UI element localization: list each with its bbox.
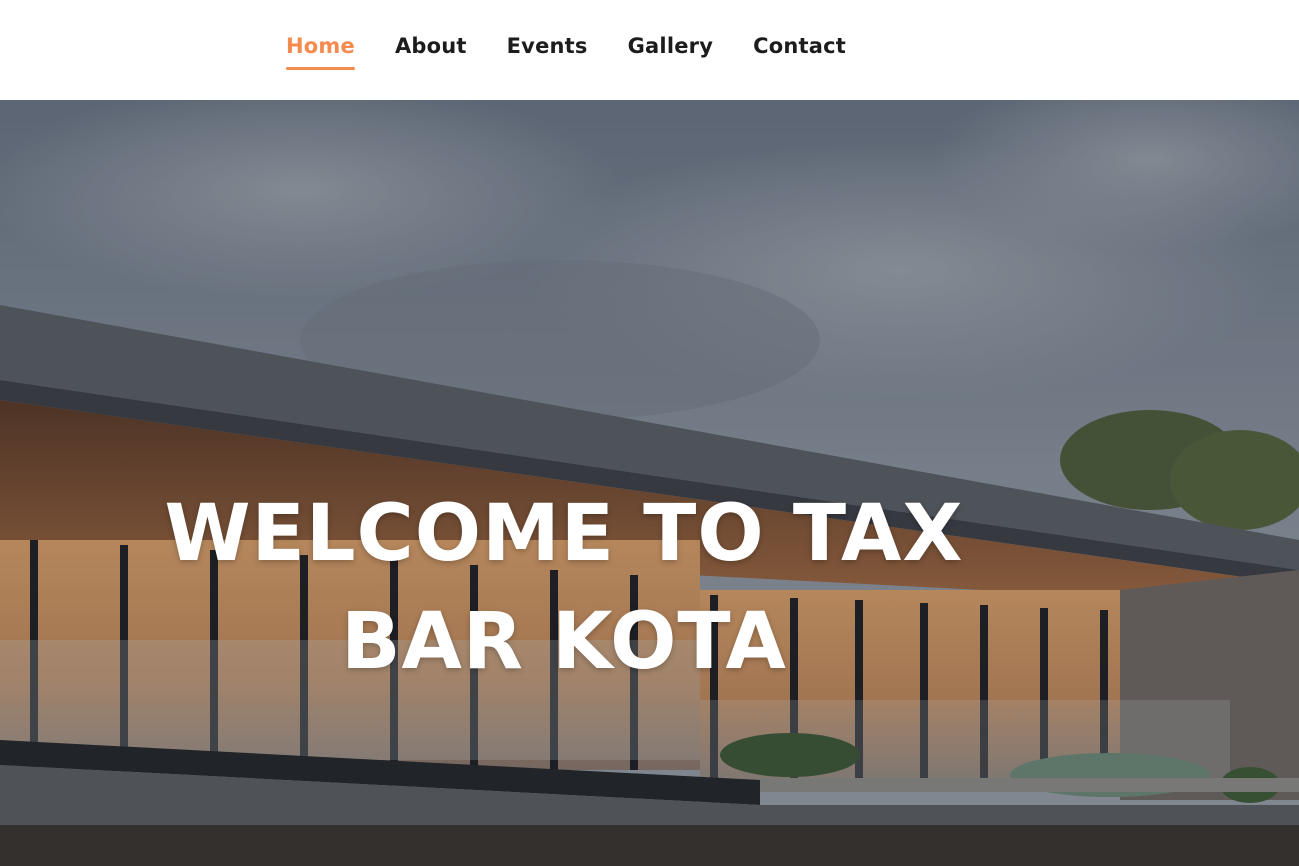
nav-item-gallery[interactable]: Gallery — [628, 34, 714, 66]
hero-title: WELCOME TO TAX BAR KOTA — [164, 489, 964, 687]
nav-item-contact[interactable]: Contact — [753, 34, 846, 66]
nav-item-about[interactable]: About — [395, 34, 467, 66]
nav-item-home[interactable]: Home — [286, 34, 355, 70]
nav-item-events[interactable]: Events — [507, 34, 588, 66]
navbar: Home About Events Gallery Contact — [0, 0, 1299, 100]
hero-section: WELCOME TO TAX BAR KOTA — [0, 100, 1299, 866]
nav-menu: Home About Events Gallery Contact — [286, 34, 846, 70]
